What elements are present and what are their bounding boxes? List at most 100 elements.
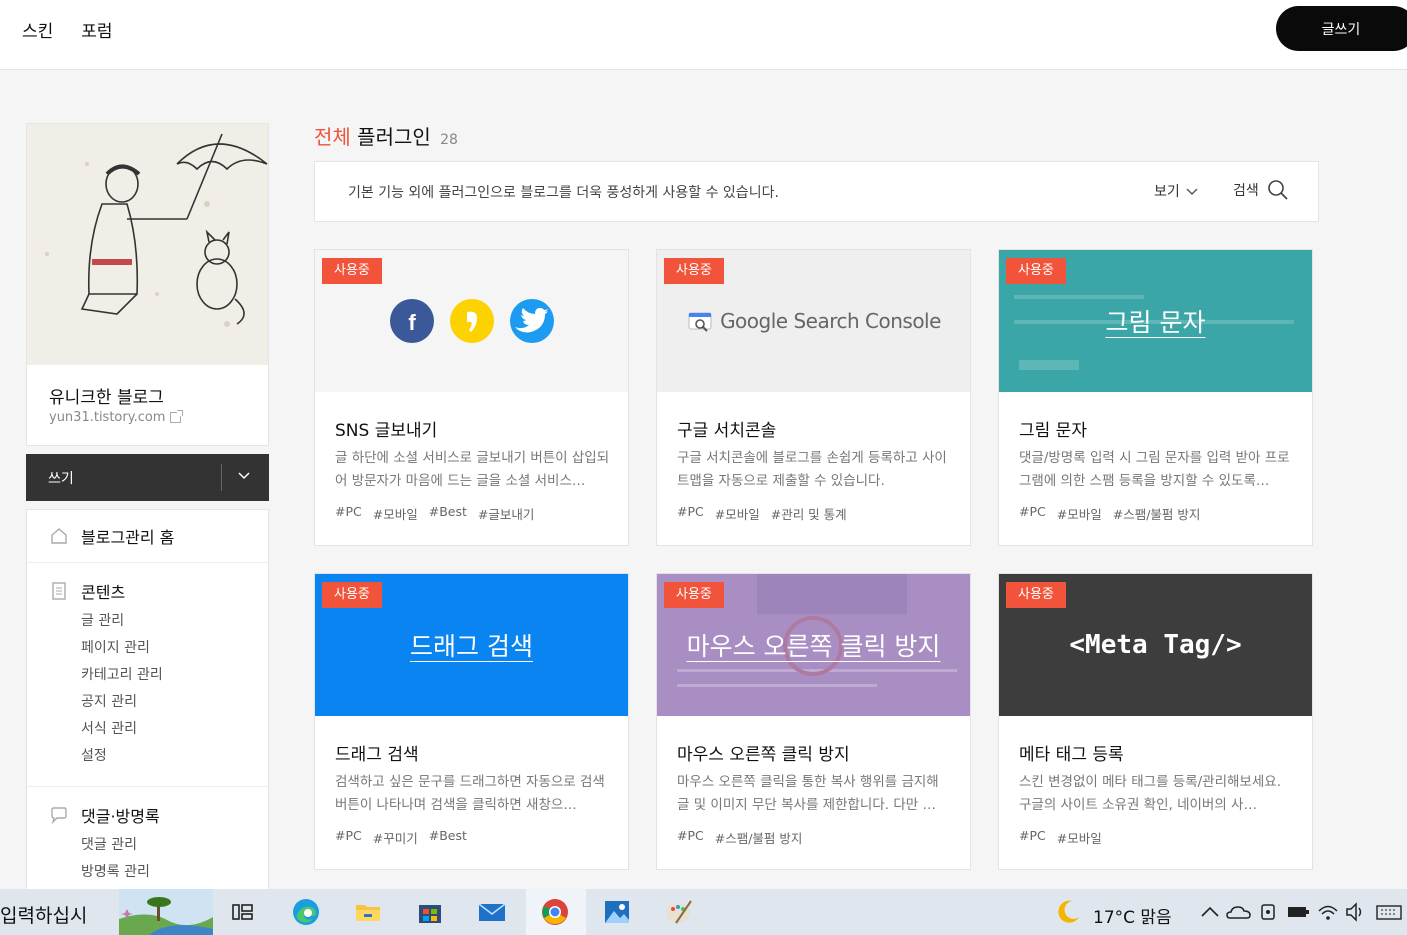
tag: #PC <box>677 828 704 843</box>
sidebar-item-settings[interactable]: 설정 <box>81 743 268 770</box>
card-thumbnail: 사용중 마우스 오른쪽 클릭 방지 <box>657 574 970 716</box>
store-icon[interactable] <box>415 897 445 927</box>
view-dropdown[interactable]: 보기 <box>1154 181 1198 201</box>
sidebar-item-label: 댓글·방명록 <box>81 807 160 826</box>
write-menu-button[interactable]: 쓰기 <box>48 468 74 488</box>
blog-name[interactable]: 유니크한 블로그 <box>49 383 164 408</box>
sidebar-item-templates[interactable]: 서식 관리 <box>81 716 268 743</box>
battery-icon[interactable] <box>1283 897 1313 927</box>
svg-text:f: f <box>408 310 416 335</box>
title-rest: 플러그인 <box>357 125 431 149</box>
status-badge: 사용중 <box>664 582 724 608</box>
plugin-tags: #PC #모바일 #Best #글보내기 <box>335 504 534 523</box>
card-thumbnail: 사용중 <Meta Tag/> <box>999 574 1312 716</box>
keyboard-icon[interactable] <box>1374 897 1404 927</box>
plugin-card-sns[interactable]: 사용중 f SNS 글보내기 글 하단에 소셜 서비스로 글보내기 버튼이 삽입… <box>314 249 629 546</box>
top-bar: 스킨 포럼 글쓰기 <box>0 0 1407 70</box>
search-label: 검색 <box>1233 183 1259 199</box>
nav-skin[interactable]: 스킨 <box>22 17 53 42</box>
plugin-card-right-click-block[interactable]: 사용중 마우스 오른쪽 클릭 방지 마우스 오른쪽 클릭 방지 마우스 오른쪽 … <box>656 573 971 870</box>
search-input[interactable]: 입력하십시 <box>0 901 87 928</box>
plugin-card-captcha[interactable]: 사용중 그림 문자 그림 문자 댓글/방명록 입력 시 그림 문자를 입력 받아… <box>998 249 1313 546</box>
search-button[interactable]: 검색 <box>1233 179 1289 201</box>
tag: #스팸/불펌 방지 <box>714 831 803 846</box>
write-post-button[interactable]: 글쓰기 <box>1276 6 1407 51</box>
photos-icon[interactable] <box>602 897 632 927</box>
moon-weather-icon[interactable] <box>1053 897 1083 927</box>
sidebar-item-comment-manage[interactable]: 댓글 관리 <box>81 832 268 859</box>
meet-now-icon[interactable] <box>1254 897 1284 927</box>
sidebar-item-home[interactable]: 블로그관리 홈 <box>27 510 268 548</box>
plugin-name: SNS 글보내기 <box>335 421 438 441</box>
onedrive-icon[interactable] <box>1224 897 1254 927</box>
plugin-name: 그림 문자 <box>1019 421 1087 441</box>
plugin-card-drag-search[interactable]: 사용중 드래그 검색 드래그 검색 검색하고 싶은 문구를 드래그하면 자동으로… <box>314 573 629 870</box>
plugin-name: 드래그 검색 <box>335 745 419 765</box>
task-view-icon[interactable] <box>228 897 258 927</box>
plugin-tags: #PC #스팸/불펌 방지 <box>677 828 802 847</box>
chevron-down-icon[interactable] <box>238 469 250 481</box>
thumb-text: 그림 문자 <box>1105 308 1206 337</box>
edge-icon[interactable] <box>291 897 321 927</box>
thumb-text: 마우스 오른쪽 클릭 방지 <box>686 632 941 661</box>
top-nav: 스킨 포럼 <box>22 17 113 42</box>
title-highlight: 전체 <box>314 125 351 149</box>
blog-profile-card: 유니크한 블로그 yun31.tistory.com <box>26 123 269 446</box>
search-highlight-image[interactable] <box>119 889 213 935</box>
sidebar-item-pages[interactable]: 페이지 관리 <box>81 635 268 662</box>
blog-profile-image[interactable] <box>27 124 268 365</box>
tag: #PC <box>1019 504 1046 519</box>
sidebar-item-label: 콘텐츠 <box>81 583 126 602</box>
volume-icon[interactable] <box>1341 897 1371 927</box>
tag: #PC <box>335 504 362 519</box>
sidebar-item-label: 블로그관리 홈 <box>81 528 175 547</box>
sidebar-item-categories[interactable]: 카테고리 관리 <box>81 662 268 689</box>
menu-section-home: 블로그관리 홈 <box>27 510 268 563</box>
plugin-name: 메타 태그 등록 <box>1019 745 1124 765</box>
nav-forum[interactable]: 포럼 <box>81 17 112 42</box>
tag: #Best <box>428 504 467 519</box>
status-badge: 사용중 <box>664 258 724 284</box>
tag: #모바일 <box>1056 507 1102 522</box>
card-thumbnail: 사용중 Google Search Console <box>657 250 970 392</box>
sidebar-item-notices[interactable]: 공지 관리 <box>81 689 268 716</box>
sidebar-item-guestbook-manage[interactable]: 방명록 관리 <box>81 859 268 886</box>
sidebar-item-posts[interactable]: 글 관리 <box>81 608 268 635</box>
windows-taskbar: 입력하십시 17°C 맑음 <box>0 889 1407 935</box>
sidebar-item-contents[interactable]: 콘텐츠 <box>27 563 268 603</box>
plugin-card-google-search-console[interactable]: 사용중 Google Search Console 구글 서치콘솔 구글 서치콘… <box>656 249 971 546</box>
menu-section-contents: 콘텐츠 글 관리 페이지 관리 카테고리 관리 공지 관리 서식 관리 설정 <box>27 563 268 787</box>
tag: #글보내기 <box>477 507 535 522</box>
blog-url-text: yun31.tistory.com <box>49 410 166 425</box>
plugin-desc: 검색하고 싶은 문구를 드래그하면 자동으로 검색 버튼이 나타나며 검색을 클… <box>335 774 605 813</box>
plugin-desc: 스킨 변경없이 메타 태그를 등록/관리해보세요. 구글의 사이트 소유권 확인… <box>1019 774 1281 813</box>
status-badge: 사용중 <box>1006 582 1066 608</box>
speech-bubble-icon <box>51 807 67 825</box>
weather-text[interactable]: 17°C 맑음 <box>1093 903 1172 928</box>
thumb-text: <Meta Tag/> <box>1069 630 1242 660</box>
sidebar-menu: 블로그관리 홈 콘텐츠 글 관리 페이지 관리 카테고리 관리 공지 관리 서식… <box>26 509 269 899</box>
chrome-icon[interactable] <box>540 897 570 927</box>
comments-submenu: 댓글 관리 방명록 관리 <box>27 832 268 886</box>
plugin-desc: 글 하단에 소셜 서비스로 글보내기 버튼이 삽입되어 방문자가 마음에 드는 … <box>335 450 610 489</box>
blog-url-link[interactable]: yun31.tistory.com <box>49 410 184 425</box>
tag: #Best <box>428 828 467 843</box>
file-explorer-icon[interactable] <box>353 897 383 927</box>
plugin-desc: 댓글/방명록 입력 시 그림 문자를 입력 받아 프로그램에 의한 스팸 등록을… <box>1019 450 1290 489</box>
tag: #PC <box>677 504 704 519</box>
tag: #모바일 <box>714 507 760 522</box>
kakao-icon <box>450 299 494 343</box>
sidebar-item-comments[interactable]: 댓글·방명록 <box>27 787 268 827</box>
paint-icon[interactable] <box>664 897 694 927</box>
menu-section-comments: 댓글·방명록 댓글 관리 방명록 관리 <box>27 787 268 886</box>
contents-submenu: 글 관리 페이지 관리 카테고리 관리 공지 관리 서식 관리 설정 <box>27 608 268 770</box>
chevron-up-icon[interactable] <box>1195 897 1225 927</box>
plugin-count: 28 <box>440 132 458 148</box>
wifi-icon[interactable] <box>1313 897 1343 927</box>
mail-icon[interactable] <box>477 897 507 927</box>
plugin-tags: #PC #꾸미기 #Best <box>335 828 467 847</box>
twitter-icon <box>510 299 554 343</box>
tag: #모바일 <box>1056 831 1102 846</box>
plugin-card-meta-tag[interactable]: 사용중 <Meta Tag/> 메타 태그 등록 스킨 변경없이 메타 태그를 … <box>998 573 1313 870</box>
tag: #PC <box>335 828 362 843</box>
